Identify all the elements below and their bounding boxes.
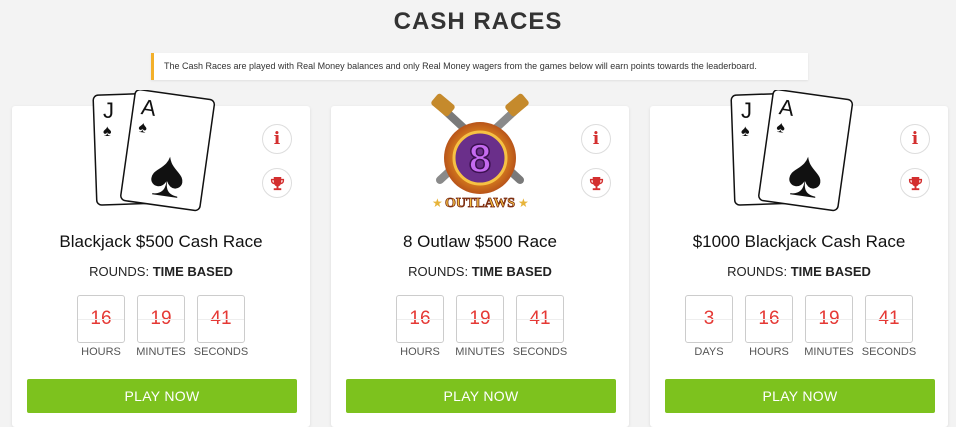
timer-value: 3 bbox=[685, 295, 733, 343]
timer-minutes: 19 MINUTES bbox=[455, 295, 505, 358]
timer-minutes: 19 MINUTES bbox=[136, 295, 186, 358]
timer-seconds: 41 SECONDS bbox=[193, 295, 249, 358]
race-title: $1000 Blackjack Cash Race bbox=[692, 232, 906, 251]
race-card-blackjack-1000: J ♠ A ♠ ♠ i $1000 Blackjack Cash Race RO… bbox=[650, 90, 948, 427]
leaderboard-button[interactable] bbox=[900, 168, 930, 198]
cash-race-notice: The Cash Races are played with Real Mone… bbox=[151, 53, 808, 80]
timer-seconds: 41 SECONDS bbox=[512, 295, 568, 358]
trophy-icon bbox=[589, 176, 603, 190]
timer-value: 41 bbox=[516, 295, 564, 343]
trophy-icon bbox=[270, 176, 284, 190]
logo-text: OUTLAWS bbox=[445, 196, 515, 211]
rounds-value: TIME BASED bbox=[152, 264, 233, 279]
timer-hours: 16 HOURS bbox=[396, 295, 444, 358]
race-rounds: ROUNDS: TIME BASED bbox=[331, 264, 629, 279]
timer-label: HOURS bbox=[749, 346, 789, 358]
timer-label: HOURS bbox=[400, 346, 440, 358]
timer-label: HOURS bbox=[81, 346, 121, 358]
rounds-label: ROUNDS: bbox=[89, 264, 150, 279]
timer-value: 16 bbox=[745, 295, 793, 343]
race-card-blackjack-500: J ♠ A ♠ ♠ i Blackjack $500 Cash Race ROU… bbox=[12, 90, 310, 427]
svg-text:★: ★ bbox=[432, 196, 443, 210]
blackjack-cards-image: J ♠ A ♠ ♠ bbox=[730, 90, 854, 212]
countdown-timer: 16 HOURS 19 MINUTES 41 SECONDS bbox=[331, 295, 629, 358]
trophy-icon bbox=[908, 176, 922, 190]
blackjack-cards-image: J ♠ A ♠ ♠ bbox=[92, 90, 216, 212]
info-button[interactable]: i bbox=[581, 124, 611, 154]
info-button[interactable]: i bbox=[262, 124, 292, 154]
page-title: CASH RACES bbox=[393, 8, 563, 35]
timer-label: MINUTES bbox=[136, 346, 186, 358]
timer-days: 3 DAYS bbox=[685, 295, 733, 358]
timer-label: SECONDS bbox=[193, 346, 249, 358]
rounds-label: ROUNDS: bbox=[408, 264, 469, 279]
timer-hours: 16 HOURS bbox=[745, 295, 793, 358]
rounds-value: TIME BASED bbox=[790, 264, 871, 279]
timer-value: 19 bbox=[137, 295, 185, 343]
play-now-button[interactable]: PLAY NOW bbox=[27, 379, 297, 413]
info-icon: i bbox=[592, 129, 600, 149]
countdown-timer: 16 HOURS 19 MINUTES 41 SECONDS bbox=[12, 295, 310, 358]
timer-label: MINUTES bbox=[455, 346, 505, 358]
info-icon: i bbox=[273, 129, 281, 149]
timer-minutes: 19 MINUTES bbox=[804, 295, 854, 358]
leaderboard-button[interactable] bbox=[262, 168, 292, 198]
timer-value: 16 bbox=[77, 295, 125, 343]
race-title: 8 Outlaw $500 Race bbox=[402, 232, 558, 251]
8-outlaws-logo: 8 ★ ★ OUTLAWS bbox=[431, 93, 529, 211]
timer-label: MINUTES bbox=[804, 346, 854, 358]
info-button[interactable]: i bbox=[900, 124, 930, 154]
timer-hours: 16 HOURS bbox=[77, 295, 125, 358]
timer-value: 19 bbox=[456, 295, 504, 343]
timer-label: DAYS bbox=[694, 346, 724, 358]
timer-seconds: 41 SECONDS bbox=[861, 295, 917, 358]
logo-number: 8 bbox=[469, 137, 491, 181]
race-rounds: ROUNDS: TIME BASED bbox=[650, 264, 948, 279]
info-icon: i bbox=[911, 129, 919, 149]
svg-text:★: ★ bbox=[518, 196, 529, 210]
rounds-label: ROUNDS: bbox=[727, 264, 788, 279]
timer-value: 41 bbox=[865, 295, 913, 343]
leaderboard-button[interactable] bbox=[581, 168, 611, 198]
svg-text:♠: ♠ bbox=[741, 123, 750, 140]
card-letter-j: J bbox=[103, 98, 114, 123]
card-letter-j: J bbox=[741, 98, 752, 123]
race-title: Blackjack $500 Cash Race bbox=[59, 232, 263, 251]
play-now-button[interactable]: PLAY NOW bbox=[665, 379, 935, 413]
race-rounds: ROUNDS: TIME BASED bbox=[12, 264, 310, 279]
timer-value: 19 bbox=[805, 295, 853, 343]
timer-label: SECONDS bbox=[512, 346, 568, 358]
timer-value: 41 bbox=[197, 295, 245, 343]
svg-text:♠: ♠ bbox=[103, 123, 112, 140]
timer-label: SECONDS bbox=[861, 346, 917, 358]
timer-value: 16 bbox=[396, 295, 444, 343]
race-card-8-outlaw: 8 ★ ★ OUTLAWS i 8 Outlaw $500 Race ROUND… bbox=[331, 93, 629, 427]
countdown-timer: 3 DAYS 16 HOURS 19 MINUTES 41 SECONDS bbox=[650, 295, 948, 358]
rounds-value: TIME BASED bbox=[471, 264, 552, 279]
play-now-button[interactable]: PLAY NOW bbox=[346, 379, 616, 413]
